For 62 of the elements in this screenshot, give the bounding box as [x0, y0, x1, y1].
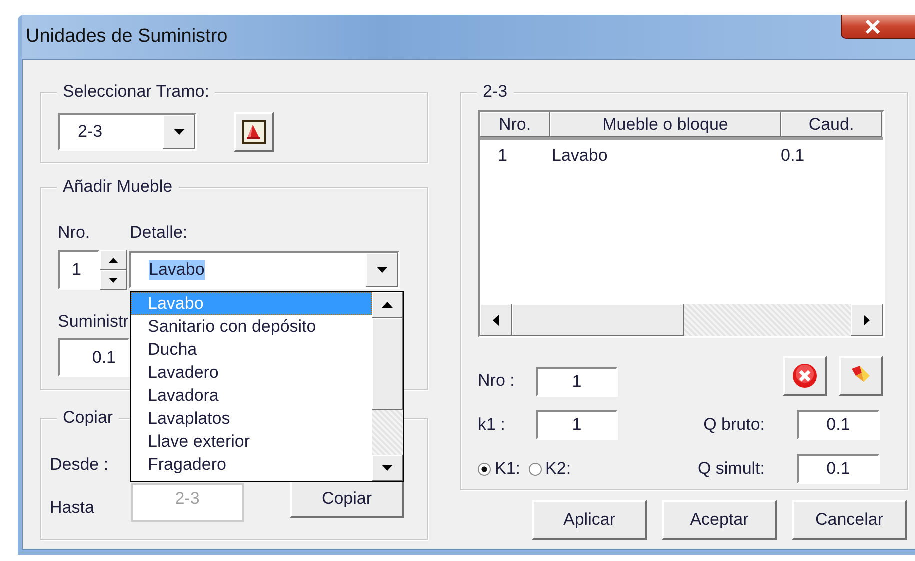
field-label: k1 :: [478, 415, 506, 435]
brush-button[interactable]: [839, 356, 883, 396]
radio-circle[interactable]: [478, 462, 491, 476]
k1-field[interactable]: 1: [536, 410, 618, 440]
tramo-combo[interactable]: 2-3: [58, 113, 197, 151]
field-label: Suministr: [58, 312, 129, 332]
column-header[interactable]: Caud.: [781, 112, 882, 137]
scrollbar[interactable]: [480, 304, 883, 336]
dropdown-button[interactable]: [366, 253, 398, 287]
dropdown-item[interactable]: Ducha: [131, 338, 372, 361]
field-label: Desde :: [50, 455, 109, 475]
field-label: Q bruto:: [704, 415, 765, 435]
table-cell-text: 1: [497, 146, 508, 166]
scrollbar[interactable]: [372, 292, 403, 481]
copy-button[interactable]: Copiar: [290, 480, 404, 518]
radio-button[interactable]: K2:: [528, 459, 572, 479]
column-header[interactable]: Nro.: [480, 112, 550, 137]
close-button[interactable]: [841, 15, 915, 39]
dialog-button[interactable]: Cancelar: [792, 500, 907, 540]
dropdown-item[interactable]: Lavaplatos: [131, 407, 372, 430]
up-caret-icon: [109, 258, 118, 262]
close-icon: [865, 20, 881, 34]
caret-icon: [376, 267, 388, 273]
field-label: Nro.: [58, 223, 92, 243]
dialog-button[interactable]: Aceptar: [662, 500, 777, 540]
gross-flow-field[interactable]: 0.1: [797, 410, 880, 440]
caret-icon: [174, 129, 184, 135]
supply-field[interactable]: 0.1: [58, 338, 130, 377]
dropdown-item[interactable]: Fragadero: [131, 453, 372, 476]
group-label: Copiar: [57, 408, 120, 428]
field-label: Hasta: [50, 498, 96, 518]
field-label: Q simult:: [698, 459, 765, 479]
window-title: Unidades de Suministro: [26, 26, 228, 48]
cone-button[interactable]: [234, 112, 274, 152]
dialog-button[interactable]: Aplicar: [532, 500, 647, 540]
simultaneous-flow-field[interactable]: 0.1: [797, 454, 880, 484]
radio-button[interactable]: K1:: [478, 459, 521, 479]
table-cell-text: 0.1: [781, 146, 806, 166]
caret-icon: [109, 278, 118, 282]
scroll-thumb[interactable]: [512, 304, 684, 336]
left-caret-icon: [493, 314, 499, 326]
radio-circle[interactable]: [528, 462, 542, 476]
cone-icon: [242, 120, 266, 144]
column-header[interactable]: Mueble o bloque: [550, 112, 781, 137]
right-caret-icon: [864, 314, 870, 326]
scroll-thumb[interactable]: [372, 318, 403, 410]
number-field[interactable]: 1: [536, 367, 618, 397]
dropdown-item[interactable]: Llave exterior: [131, 430, 372, 453]
field-label: Detalle:: [130, 223, 188, 243]
detail-combo[interactable]: Lavabo: [129, 251, 400, 289]
number-field[interactable]: 1: [58, 250, 100, 290]
up-caret-icon: [382, 302, 393, 308]
delete-button[interactable]: [783, 356, 827, 396]
field-label: Nro :: [478, 371, 516, 391]
dropdown-item[interactable]: Lavadora: [131, 384, 372, 407]
dropdown-item[interactable]: Lavadero: [131, 361, 372, 384]
dropdown-button[interactable]: [163, 115, 195, 149]
dropdown-item[interactable]: Sanitario con depósito: [131, 315, 372, 338]
spin-buttons[interactable]: [100, 250, 127, 290]
delete-icon: [792, 362, 818, 388]
caret-icon: [382, 465, 393, 471]
table-cell-text: Lavabo: [551, 146, 609, 166]
